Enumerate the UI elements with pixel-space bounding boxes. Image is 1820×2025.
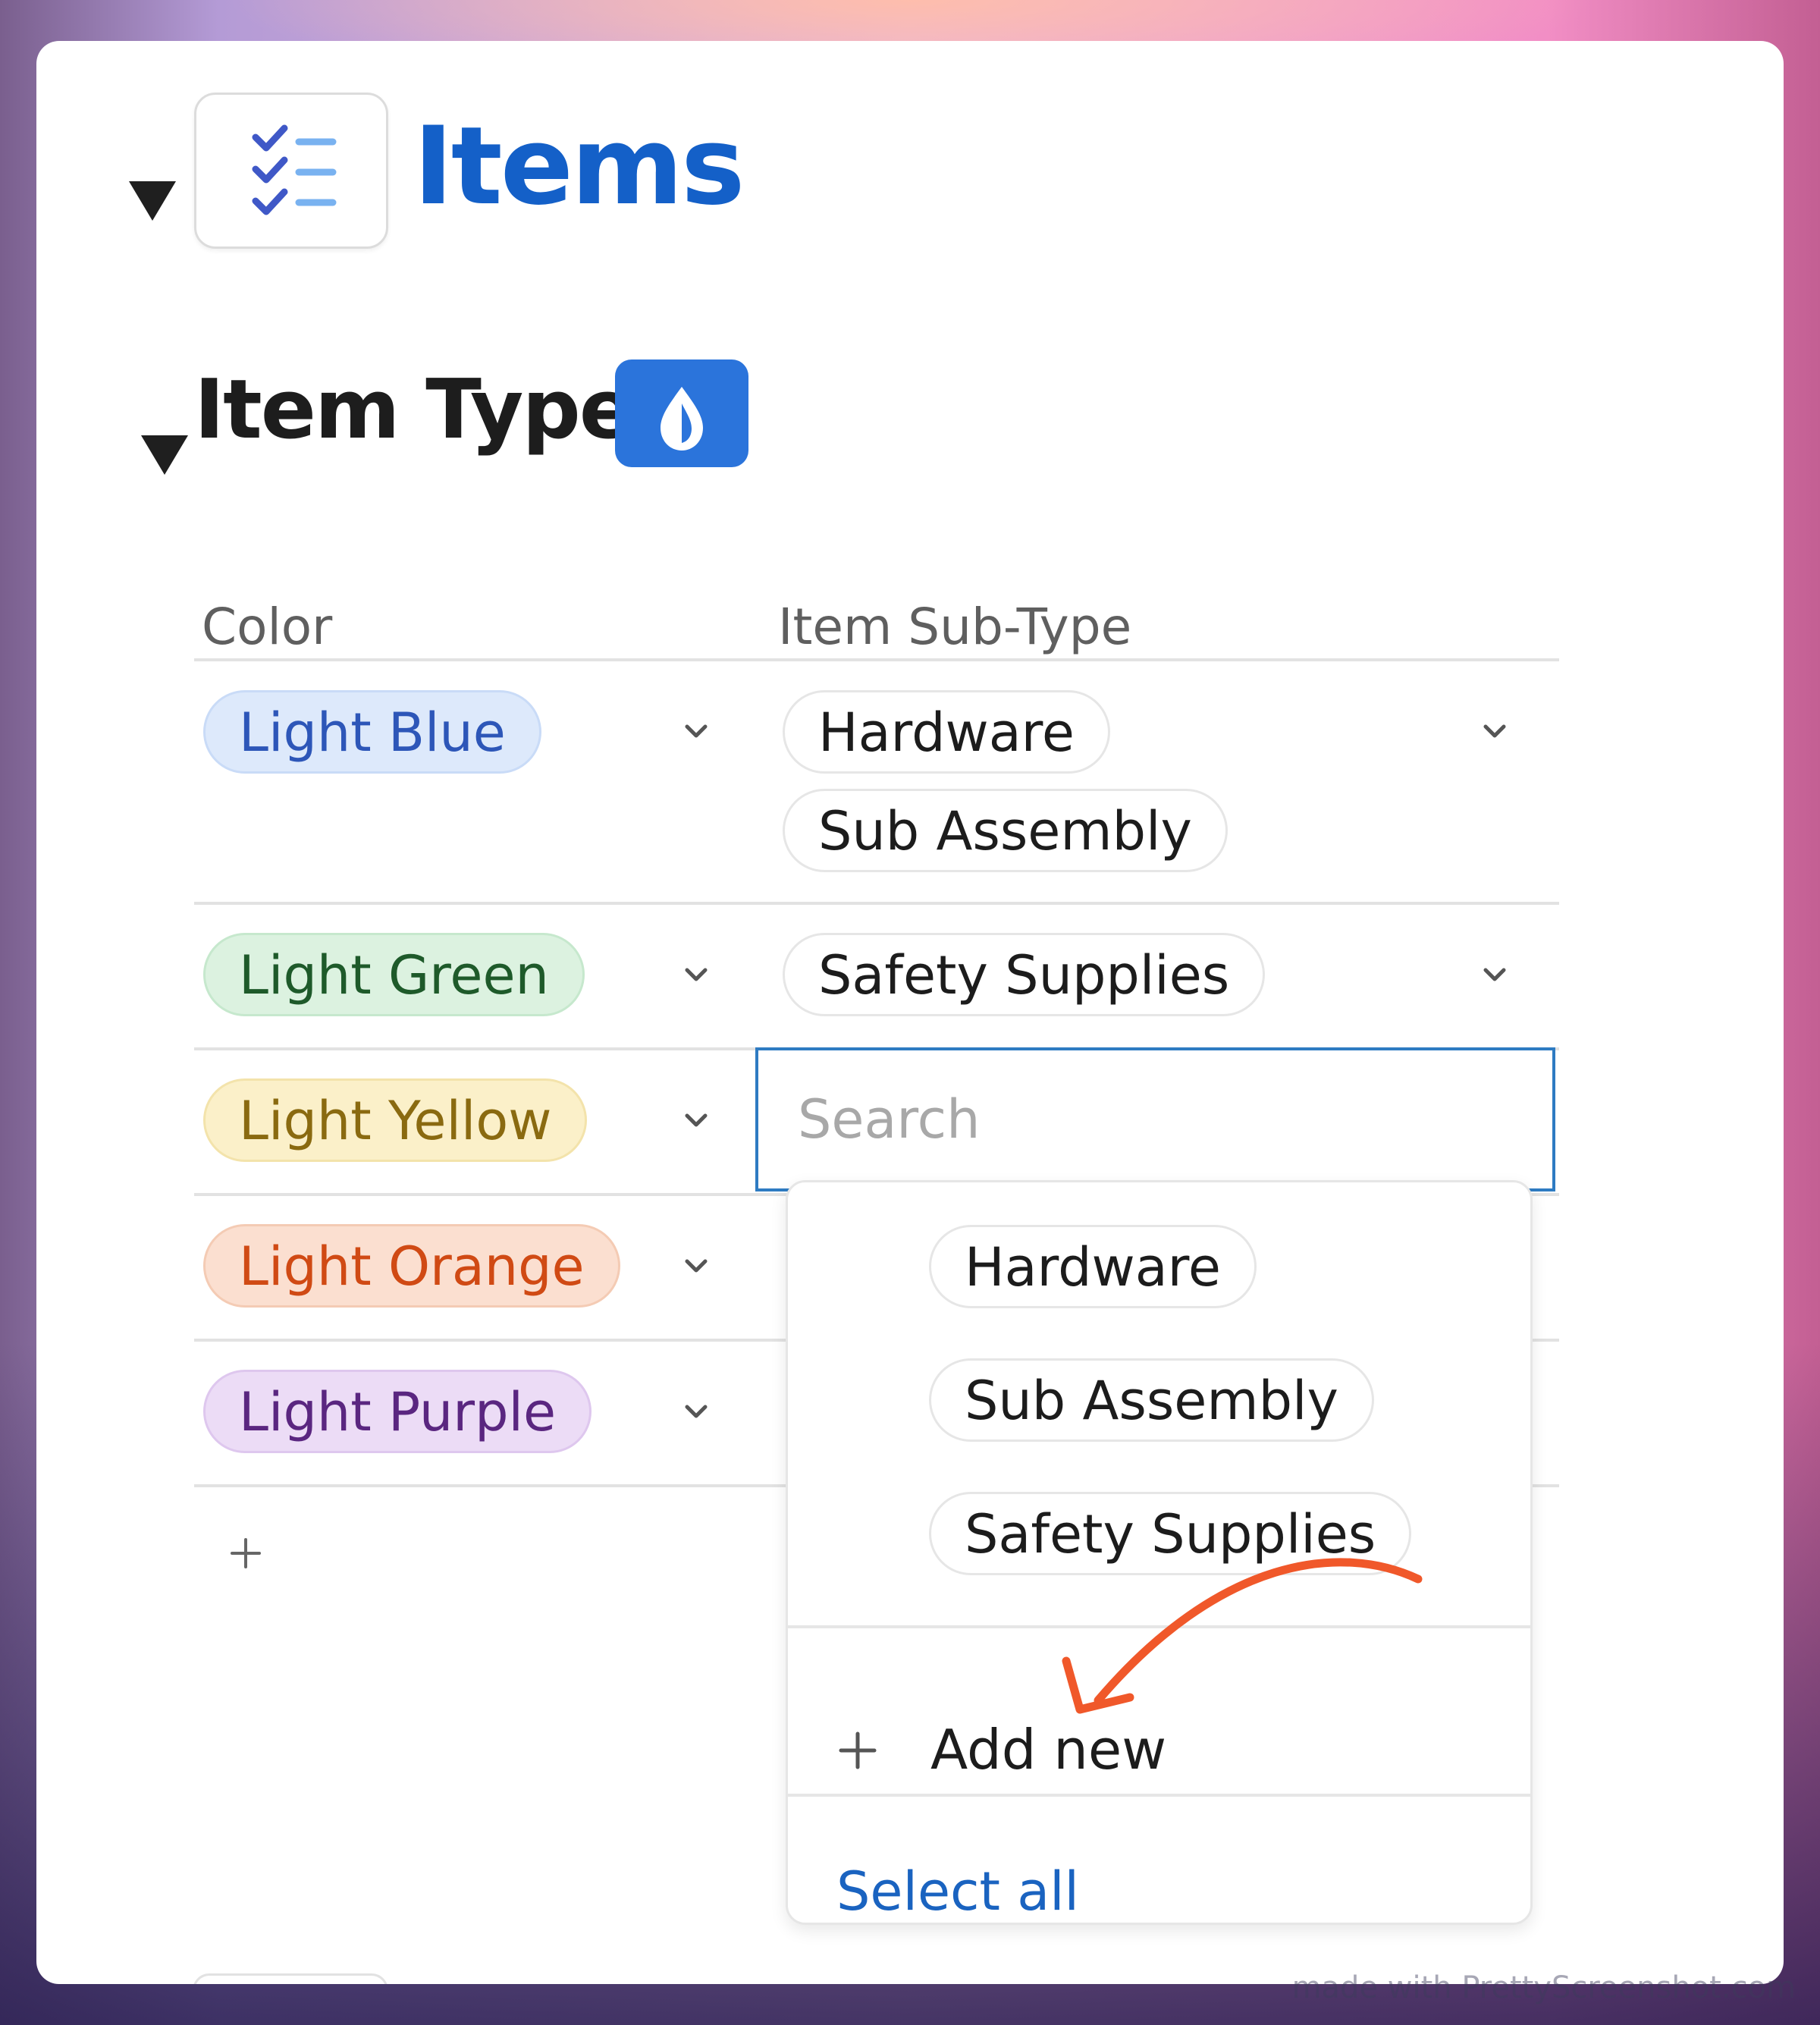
chevron-down-icon[interactable] [1481,717,1508,745]
subtype-tag-hardware[interactable]: Hardware [783,690,1110,774]
column-header-item-sub-type: Item Sub-Type [778,598,1132,656]
annotation-arrow-icon [1062,1558,1423,1714]
color-tag-light-yellow[interactable]: Light Yellow [203,1078,588,1162]
header-divider [194,658,1559,661]
color-tag-light-blue[interactable]: Light Blue [203,690,541,774]
chevron-down-icon[interactable] [682,717,710,745]
select-all-link[interactable]: Select all [836,1865,1079,1918]
page-title: Items [413,104,745,229]
chevron-down-icon[interactable] [682,1252,710,1279]
subtype-search-field[interactable]: Search [755,1047,1555,1191]
color-tag-light-green[interactable]: Light Green [203,933,585,1016]
watermark: made with PrettyScreenshot.com [1291,1970,1796,2005]
chevron-down-icon[interactable] [682,1398,710,1425]
drop-icon [661,387,703,451]
section-title: Item Type [194,363,635,457]
subtype-tag-safety-supplies[interactable]: Safety Supplies [783,933,1266,1016]
subtype-tag-sub-assembly[interactable]: Sub Assembly [783,789,1228,872]
search-placeholder: Search [798,1088,981,1151]
dropdown-divider [788,1794,1530,1797]
items-icon-button[interactable] [194,93,388,249]
add-row-plus-icon[interactable] [229,1537,262,1570]
color-tag-light-orange[interactable]: Light Orange [203,1224,620,1308]
dropdown-option-sub-assembly[interactable]: Sub Assembly [929,1358,1374,1442]
chevron-down-icon[interactable] [682,1107,710,1134]
collapse-item-type-triangle-icon[interactable] [141,435,188,475]
dropdown-option-hardware[interactable]: Hardware [929,1225,1257,1308]
column-header-color: Color [202,598,333,656]
checklist-icon [252,124,337,215]
row-divider [194,902,1559,905]
add-new-plus-icon[interactable] [838,1731,877,1770]
color-tag-light-purple[interactable]: Light Purple [203,1370,592,1453]
content-card: Items Item Type Color Item Sub-Type Ligh… [36,41,1784,1984]
next-section-icon-box [193,1973,388,1984]
chevron-down-icon[interactable] [682,961,710,988]
color-badge-button[interactable] [615,359,748,467]
collapse-items-triangle-icon[interactable] [129,181,176,221]
chevron-down-icon[interactable] [1481,961,1508,988]
